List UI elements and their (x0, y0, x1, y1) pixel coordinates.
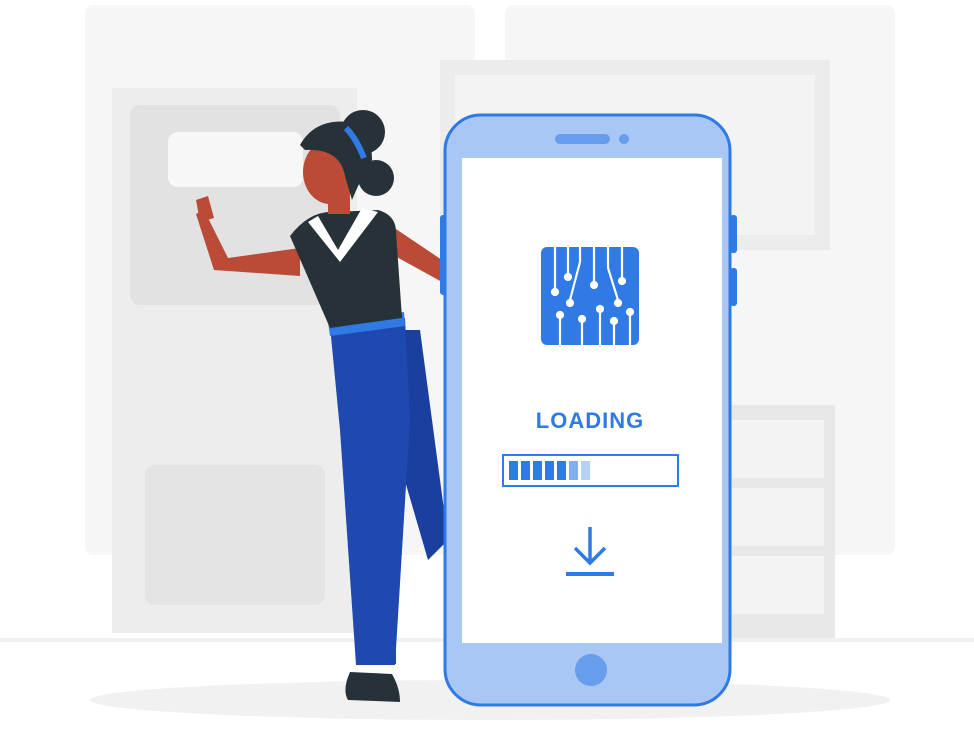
progress-segment (521, 461, 530, 480)
loading-label: LOADING (535, 408, 645, 433)
illustration-canvas (0, 5, 974, 720)
progress-segment (533, 461, 542, 480)
progress-segment (509, 461, 518, 480)
progress-segment (557, 461, 566, 480)
progress-segment (569, 461, 578, 480)
progress-segment (545, 461, 554, 480)
loading-progress-bar (502, 454, 679, 487)
home-button[interactable] (575, 654, 607, 686)
illustration-scene: LOADING (0, 0, 974, 729)
circuit-chip-icon (541, 247, 639, 345)
progress-segment (581, 461, 590, 480)
